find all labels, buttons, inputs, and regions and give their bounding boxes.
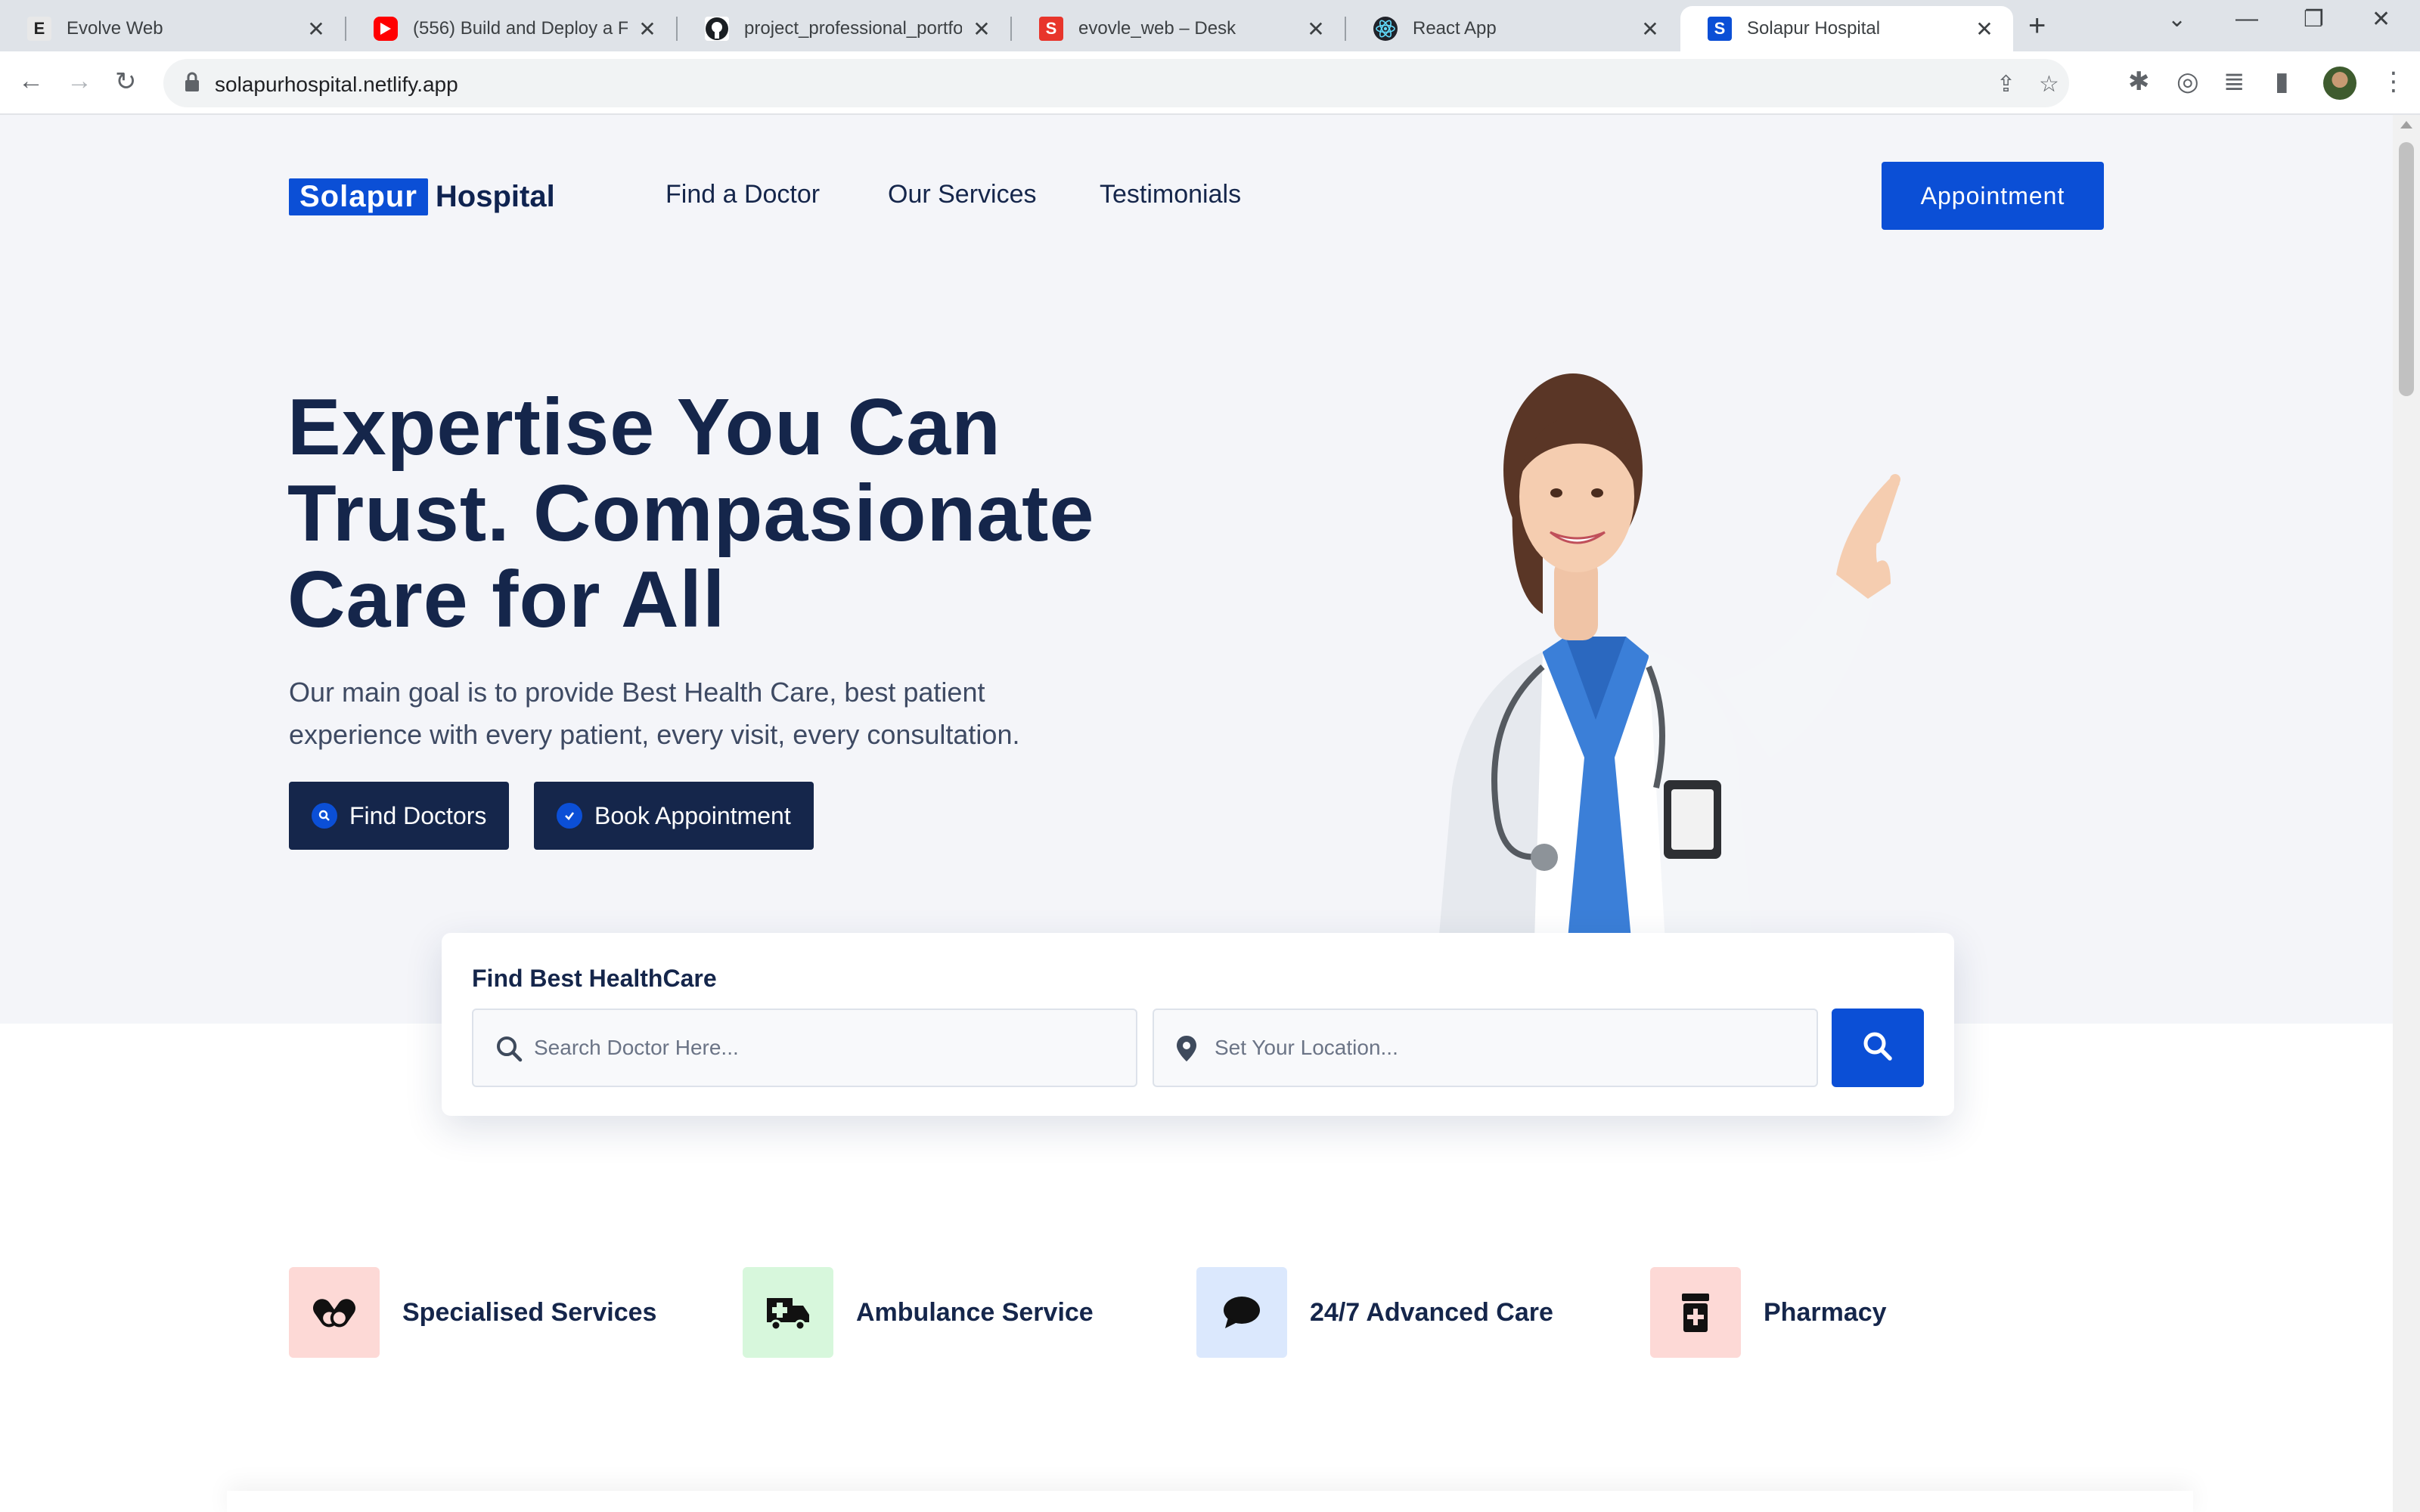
tab-github[interactable]: project_professional_portfolio ✕ <box>678 6 1010 51</box>
hero-title-line: Care for All <box>287 555 726 644</box>
scrollbar-thumb[interactable] <box>2399 142 2414 396</box>
nav-our-services[interactable]: Our Services <box>888 180 1037 209</box>
back-arrow-icon[interactable]: ← <box>18 67 44 96</box>
logo-text: Hospital <box>435 179 555 213</box>
scroll-up-arrow-icon[interactable] <box>2400 121 2412 129</box>
ambulance-icon <box>743 1267 833 1358</box>
youtube-icon <box>374 17 398 41</box>
hero-subtitle-line: experience with every patient, every vis… <box>289 719 1020 750</box>
browser-tab-strip: E Evolve Web ✕ (556) Build and Deploy a … <box>0 0 2420 51</box>
web-page: Solapur Hospital Find a Doctor Our Servi… <box>0 115 2393 1512</box>
tab-title: (556) Build and Deploy a Fullstack <box>413 18 628 39</box>
feature-label: Ambulance Service <box>856 1297 1094 1327</box>
search-icon <box>312 803 337 829</box>
bookmark-star-icon[interactable]: ☆ <box>2039 71 2059 98</box>
next-section-edge <box>227 1491 2193 1512</box>
nav-find-a-doctor[interactable]: Find a Doctor <box>666 180 820 209</box>
media-queue-icon[interactable]: ≣ <box>2223 67 2245 97</box>
window-close-icon[interactable]: ✕ <box>2372 6 2391 33</box>
feature-advanced-care[interactable]: 24/7 Advanced Care <box>1196 1267 1553 1358</box>
close-icon[interactable]: ✕ <box>637 17 658 42</box>
map-pin-icon <box>1175 1034 1198 1067</box>
tab-title: React App <box>1413 18 1497 39</box>
address-bar[interactable]: solapurhospital.netlify.app ⇪ ☆ <box>163 59 2069 107</box>
github-icon <box>705 17 729 41</box>
check-icon <box>557 803 582 829</box>
menu-kebab-icon[interactable]: ⋮ <box>2381 67 2406 97</box>
extensions-puzzle-icon[interactable]: ✱ <box>2128 67 2150 97</box>
tab-desk[interactable]: S evovle_web – Desk ✕ <box>1012 6 1345 51</box>
site-logo[interactable]: Solapur Hospital <box>289 175 555 218</box>
chat-bubble-icon <box>1196 1267 1287 1358</box>
new-tab-icon[interactable]: + <box>2028 9 2046 43</box>
appointment-button[interactable]: Appointment <box>1882 162 2104 230</box>
close-icon[interactable]: ✕ <box>306 17 327 42</box>
tab-title: Evolve Web <box>67 18 163 39</box>
feature-label: 24/7 Advanced Care <box>1310 1297 1553 1327</box>
book-appointment-button[interactable]: Book Appointment <box>534 782 814 850</box>
search-heading: Find Best HealthCare <box>472 965 717 992</box>
reload-icon[interactable]: ↻ <box>115 67 137 97</box>
share-icon[interactable]: ⇪ <box>1996 71 2015 98</box>
hero-title-line: Trust. Compasionate <box>287 469 1095 558</box>
button-label: Find Doctors <box>349 801 487 829</box>
doctor-search-input[interactable] <box>534 1010 1064 1086</box>
desk-favicon-icon: S <box>1039 17 1063 41</box>
close-icon[interactable]: ✕ <box>1640 17 1661 42</box>
close-icon[interactable]: ✕ <box>971 17 992 42</box>
search-card: Find Best HealthCare <box>442 933 1954 1116</box>
feature-label: Specialised Services <box>402 1297 657 1327</box>
react-icon <box>1373 17 1398 41</box>
tab-solapur-hospital[interactable]: S Solapur Hospital ✕ <box>1680 6 2013 51</box>
hero-subtitle-line: Our main goal is to provide Best Health … <box>289 677 985 708</box>
tab-title: project_professional_portfolio <box>744 18 962 39</box>
feature-specialised-services[interactable]: Specialised Services <box>289 1267 656 1358</box>
close-icon[interactable]: ✕ <box>1974 17 1995 42</box>
logo-box: Solapur <box>289 178 428 215</box>
restore-icon[interactable]: ❐ <box>2304 6 2324 33</box>
tab-title: evovle_web – Desk <box>1078 18 1236 39</box>
tab-youtube[interactable]: (556) Build and Deploy a Fullstack ✕ <box>346 6 676 51</box>
pills-icon <box>289 1267 380 1358</box>
prescription-bottle-icon <box>1650 1267 1741 1358</box>
forward-arrow-icon[interactable]: → <box>67 67 92 96</box>
search-submit-button[interactable] <box>1832 1009 1924 1087</box>
feature-pharmacy[interactable]: Pharmacy <box>1650 1267 1887 1358</box>
evolve-favicon-icon: E <box>27 17 51 41</box>
feature-label: Pharmacy <box>1764 1297 1887 1327</box>
tab-react-app[interactable]: React App ✕ <box>1346 6 1679 51</box>
profile-avatar[interactable] <box>2323 67 2356 100</box>
browser-toolbar: ← → ↻ solapurhospital.netlify.app ⇪ ☆ ✱ … <box>0 51 2420 115</box>
side-panel-icon[interactable]: ▮ <box>2275 67 2289 97</box>
extension-icon[interactable]: ◎ <box>2176 67 2199 97</box>
search-icon <box>1862 1030 1894 1066</box>
tab-title: Solapur Hospital <box>1747 18 1881 39</box>
find-doctors-button[interactable]: Find Doctors <box>289 782 510 850</box>
hero-subtitle: Our main goal is to provide Best Health … <box>289 671 1121 756</box>
hero-title: Expertise You Can Trust. Compasionate Ca… <box>287 384 1195 643</box>
location-input[interactable] <box>1215 1010 1745 1086</box>
doctor-search-field[interactable] <box>472 1009 1137 1087</box>
hero-title-line: Expertise You Can <box>287 383 1001 472</box>
page-scrollbar[interactable] <box>2393 115 2420 1512</box>
solapur-favicon-icon: S <box>1708 17 1732 41</box>
nav-testimonials[interactable]: Testimonials <box>1100 180 1241 209</box>
lock-icon <box>185 71 200 96</box>
close-icon[interactable]: ✕ <box>1305 17 1326 42</box>
button-label: Book Appointment <box>594 801 791 829</box>
url-text: solapurhospital.netlify.app <box>215 73 458 96</box>
tab-search-chevron-icon[interactable]: ⌄ <box>2167 6 2186 33</box>
search-icon <box>495 1034 523 1067</box>
feature-ambulance-service[interactable]: Ambulance Service <box>743 1267 1094 1358</box>
minimize-icon[interactable]: — <box>2235 6 2258 32</box>
location-field[interactable] <box>1153 1009 1818 1087</box>
tab-evolve-web[interactable]: E Evolve Web ✕ <box>0 6 345 51</box>
